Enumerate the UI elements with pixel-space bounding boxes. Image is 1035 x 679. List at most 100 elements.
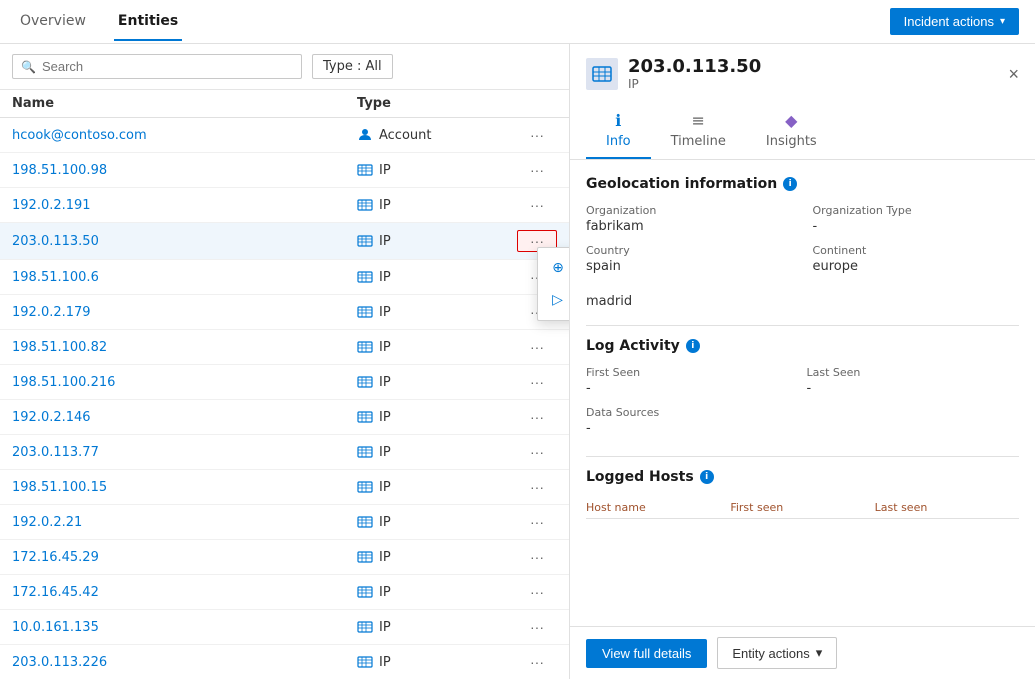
log-info-icon: i (686, 339, 700, 353)
top-navigation: Overview Entities Incident actions ▾ (0, 0, 1035, 44)
more-options-button[interactable]: ··· (517, 582, 557, 602)
more-options-button[interactable]: ··· (517, 160, 557, 180)
entity-type-label: IP (628, 77, 761, 91)
add-to-ti-menu-item[interactable]: ⊕ Add to TI (Preview) (538, 252, 569, 284)
ip-icon (357, 479, 373, 495)
last-seen-item: Last Seen - (807, 366, 1020, 396)
type-cell: IP (357, 374, 517, 390)
entity-link[interactable]: 203.0.113.226 (12, 655, 357, 670)
search-bar: 🔍 Type : All (0, 44, 569, 90)
geolocation-section: Geolocation information i Organization f… (586, 176, 1019, 309)
info-tab-icon: ℹ (615, 111, 621, 130)
entity-link[interactable]: 198.51.100.98 (12, 163, 357, 178)
ip-icon (357, 269, 373, 285)
ip-icon (357, 304, 373, 320)
run-playbook-menu-item[interactable]: ▷ Run playbook (Preview) (538, 284, 569, 316)
tab-info[interactable]: ℹ Info (586, 103, 651, 159)
log-grid: First Seen - Last Seen - (586, 366, 1019, 396)
type-cell: IP (357, 197, 517, 213)
divider-2 (586, 456, 1019, 457)
entity-actions-button[interactable]: Entity actions ▾ (717, 637, 837, 669)
tab-entities[interactable]: Entities (114, 3, 182, 41)
more-options-button[interactable]: ··· (517, 195, 557, 215)
entity-link[interactable]: 192.0.2.21 (12, 515, 357, 530)
geo-info-icon: i (783, 177, 797, 191)
close-button[interactable]: × (1008, 65, 1019, 83)
table-row[interactable]: 203.0.113.226 IP ··· (0, 645, 569, 679)
view-full-details-button[interactable]: View full details (586, 639, 707, 668)
table-row[interactable]: 198.51.100.98 IP ··· (0, 153, 569, 188)
table-row[interactable]: 192.0.2.179 IP ··· (0, 295, 569, 330)
entity-link[interactable]: 198.51.100.82 (12, 340, 357, 355)
more-options-button[interactable]: ··· (517, 442, 557, 462)
table-row[interactable]: 192.0.2.191 IP ··· (0, 188, 569, 223)
more-options-button[interactable]: ··· (517, 512, 557, 532)
entity-link[interactable]: 203.0.113.50 (12, 234, 357, 249)
more-options-button[interactable]: ··· (517, 547, 557, 567)
search-input-wrap[interactable]: 🔍 (12, 54, 302, 79)
more-options-button[interactable]: ··· (517, 125, 557, 145)
incident-actions-button[interactable]: Incident actions ▾ (890, 8, 1019, 35)
table-row[interactable]: 198.51.100.216 IP ··· (0, 365, 569, 400)
organization-item: Organization fabrikam (586, 204, 793, 234)
entity-link[interactable]: 203.0.113.77 (12, 445, 357, 460)
detail-content: Geolocation information i Organization f… (570, 160, 1035, 626)
type-cell: IP (357, 233, 517, 249)
search-input[interactable] (42, 59, 293, 74)
more-options-button[interactable]: ··· (517, 407, 557, 427)
search-icon: 🔍 (21, 60, 36, 74)
table-row[interactable]: 198.51.100.6 IP ··· (0, 260, 569, 295)
entity-link[interactable]: 198.51.100.15 (12, 480, 357, 495)
entity-link[interactable]: 198.51.100.6 (12, 270, 357, 285)
log-activity-section: Log Activity i First Seen - Last Seen - (586, 338, 1019, 436)
timeline-tab-icon: ≡ (692, 111, 705, 130)
table-row[interactable]: 172.16.45.42 IP ··· (0, 575, 569, 610)
entity-link[interactable]: 10.0.161.135 (12, 620, 357, 635)
tab-timeline[interactable]: ≡ Timeline (651, 103, 746, 159)
table-row[interactable]: 10.0.161.135 IP ··· (0, 610, 569, 645)
table-row-selected[interactable]: 203.0.113.50 IP ··· ⊕ Add to TI (Preview… (0, 223, 569, 260)
table-row[interactable]: 198.51.100.82 IP ··· (0, 330, 569, 365)
entity-link[interactable]: 172.16.45.42 (12, 585, 357, 600)
table-row[interactable]: 203.0.113.77 IP ··· (0, 435, 569, 470)
entity-link[interactable]: 192.0.2.179 (12, 305, 357, 320)
table-row[interactable]: 198.51.100.15 IP ··· (0, 470, 569, 505)
main-content: 🔍 Type : All Name Type hcook@contoso.com (0, 44, 1035, 679)
more-options-button[interactable]: ··· (517, 617, 557, 637)
tab-overview[interactable]: Overview (16, 3, 90, 41)
log-activity-title: Log Activity i (586, 338, 1019, 354)
ip-icon (357, 374, 373, 390)
more-options-button[interactable]: ··· (517, 652, 557, 672)
divider (586, 325, 1019, 326)
type-cell: IP (357, 514, 517, 530)
hosts-info-icon: i (700, 470, 714, 484)
ip-icon (357, 654, 373, 670)
entity-icon (586, 58, 618, 90)
data-sources-item: Data Sources - (586, 406, 1019, 436)
entity-link[interactable]: 192.0.2.146 (12, 410, 357, 425)
table-row[interactable]: 192.0.2.146 IP ··· (0, 400, 569, 435)
entity-link[interactable]: 192.0.2.191 (12, 198, 357, 213)
type-cell: IP (357, 584, 517, 600)
more-options-button[interactable]: ··· (517, 477, 557, 497)
table-row[interactable]: 172.16.45.29 IP ··· (0, 540, 569, 575)
entity-link[interactable]: 172.16.45.29 (12, 550, 357, 565)
type-cell: IP (357, 549, 517, 565)
entity-link[interactable]: hcook@contoso.com (12, 128, 357, 143)
first-seen-item: First Seen - (586, 366, 799, 396)
entity-title: 203.0.113.50 IP (586, 56, 761, 91)
table-row[interactable]: hcook@contoso.com Account ··· (0, 118, 569, 153)
entity-link[interactable]: 198.51.100.216 (12, 375, 357, 390)
tab-insights[interactable]: ◆ Insights (746, 103, 837, 159)
account-icon (357, 127, 373, 143)
type-cell: IP (357, 304, 517, 320)
continent-item: Continent europe (813, 244, 1020, 274)
more-options-button[interactable]: ··· (517, 372, 557, 392)
context-menu: ⊕ Add to TI (Preview) ▷ Run playbook (Pr… (537, 247, 569, 321)
more-options-button[interactable]: ··· (517, 337, 557, 357)
entity-header-top: 203.0.113.50 IP × (586, 56, 1019, 91)
table-row[interactable]: 192.0.2.21 IP ··· (0, 505, 569, 540)
type-filter[interactable]: Type : All (312, 54, 393, 79)
geolocation-title: Geolocation information i (586, 176, 1019, 192)
type-cell: IP (357, 162, 517, 178)
